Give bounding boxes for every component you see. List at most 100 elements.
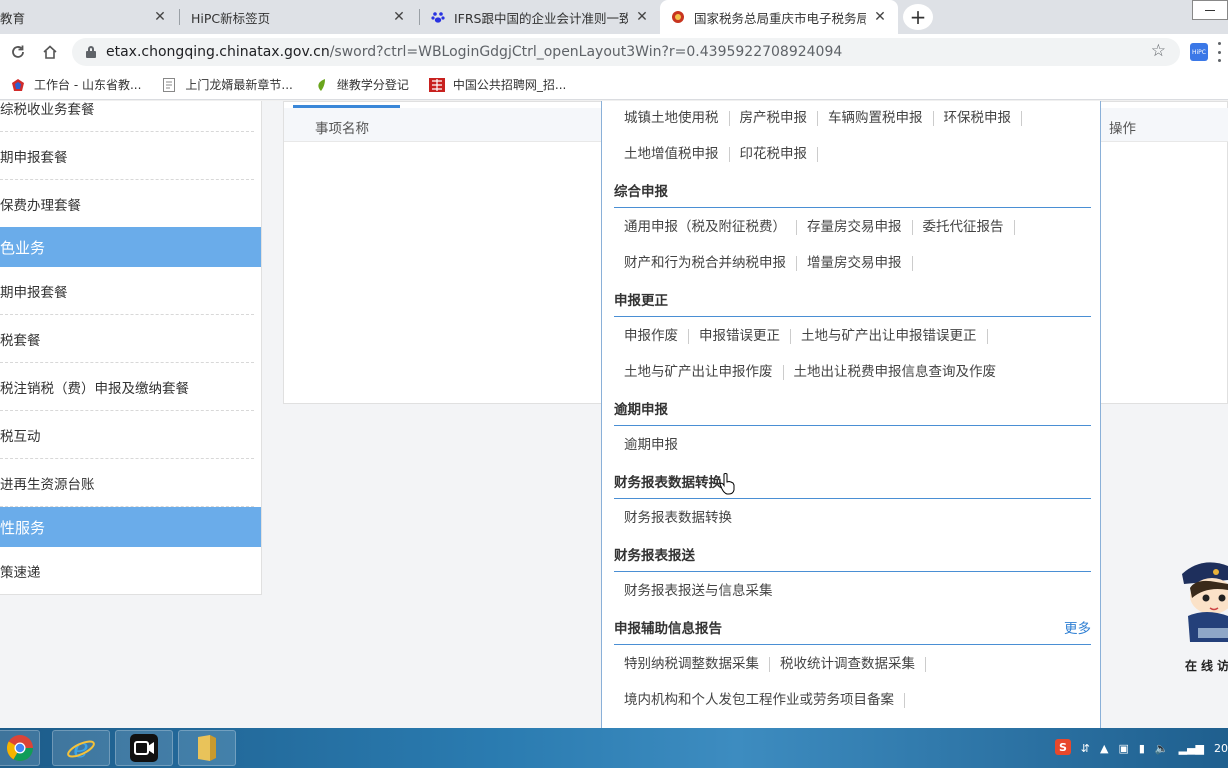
menu-link[interactable]: 土地与矿产出让申报作废 [614, 364, 784, 380]
tab-title: IFRS跟中国的企业会计准则一致吗 [454, 10, 628, 26]
bookmark-item[interactable]: 继教学分登记 [313, 76, 409, 93]
sidebar-item[interactable]: 综税收业务套餐 [0, 101, 254, 132]
sidebar-item-label: 综税收业务套餐 [0, 101, 95, 118]
close-tab-icon[interactable]: ✕ [634, 9, 650, 25]
close-tab-icon[interactable]: ✕ [872, 9, 888, 25]
usb-device-icon[interactable]: ▣ [1118, 742, 1128, 755]
url-path: /sword?ctrl=WBLoginGdgjCtrl_openLayout3W… [329, 44, 843, 60]
menu-link[interactable]: 增量房交易申报 [797, 255, 913, 271]
sidebar: 综税收业务套餐 期申报套餐 保费办理套餐 色业务 期申报套餐 税套餐 税注销税（… [0, 101, 262, 595]
reload-icon[interactable] [6, 40, 30, 64]
menu-link[interactable]: 土地增值税申报 [614, 146, 730, 162]
signal-icon[interactable]: ▂▄▆ [1179, 742, 1204, 755]
minimize-window-button[interactable] [1192, 0, 1228, 20]
sogou-ime-icon[interactable]: S [1054, 738, 1071, 758]
menu-row: 土地增值税申报 印花税申报 [614, 136, 1091, 172]
bookmark-star-icon[interactable]: ☆ [1151, 41, 1166, 61]
url-text: etax.chongqing.chinatax.gov.cn/sword?ctr… [106, 44, 842, 60]
sidebar-section-header[interactable]: 性服务 [0, 507, 261, 547]
menu-link[interactable]: 财务报表报送与信息采集 [614, 583, 783, 599]
menu-row: 土地与矿产出让申报作废 土地出让税费申报信息查询及作废 [614, 354, 1091, 390]
menu-link[interactable]: 城镇土地使用税 [614, 110, 730, 126]
sidebar-item[interactable]: 策速递 [0, 547, 254, 595]
network-speed-icon[interactable]: ⇵ [1081, 742, 1090, 755]
tab-separator [179, 9, 180, 25]
tab-education[interactable]: 教育 ✕ [0, 0, 178, 34]
internet-explorer-taskbar-icon[interactable]: e [52, 730, 110, 766]
menu-link[interactable]: 财务报表数据转换 [614, 510, 742, 526]
close-tab-icon[interactable]: ✕ [152, 9, 168, 25]
battery-icon[interactable]: ▮ [1139, 742, 1145, 755]
close-tab-icon[interactable]: ✕ [391, 9, 407, 25]
sidebar-item[interactable]: 保费办理套餐 [0, 180, 254, 228]
tray-expand-icon[interactable]: ▲ [1100, 742, 1108, 755]
menu-link[interactable]: 土地与矿产出让申报错误更正 [791, 328, 988, 344]
menu-link[interactable]: 存量房交易申报 [797, 219, 913, 235]
mascot-label: 在线访 [1185, 659, 1228, 673]
menu-link[interactable]: 印花税申报 [730, 146, 818, 162]
menu-section-header: 财务报表报送 [614, 536, 1091, 572]
menu-link[interactable]: 车辆购置税申报 [818, 110, 934, 126]
menu-link[interactable]: 申报错误更正 [689, 328, 791, 344]
menu-row: 财务报表数据转换 [614, 500, 1091, 536]
sidebar-item[interactable]: 税注销税（费）申报及缴纳套餐 [0, 363, 254, 411]
sidebar-item[interactable]: 进再生资源台账 [0, 459, 254, 507]
bookmark-label: 工作台 - 山东省教... [34, 78, 142, 92]
menu-link[interactable]: 财产和行为税合并纳税申报 [614, 255, 797, 271]
sidebar-item[interactable]: 期申报套餐 [0, 267, 254, 315]
menu-link[interactable]: 逾期申报 [614, 437, 688, 453]
page-icon [161, 77, 177, 93]
sidebar-item-label: 税互动 [0, 428, 41, 445]
bookmark-item[interactable]: 工作台 - 山东省教... [10, 76, 141, 93]
bookmark-item[interactable]: 中国公共招聘网_招... [428, 76, 566, 93]
menu-link[interactable]: 特别纳税调整数据采集 [614, 656, 770, 672]
menu-link[interactable]: 房产税申报 [730, 110, 818, 126]
tray-clock[interactable]: 20 [1214, 742, 1228, 755]
menu-section-header: 申报辅助信息报告 更多 [614, 609, 1091, 645]
menu-link[interactable]: 境内机构和个人发包工程作业或劳务项目备案 [614, 692, 905, 708]
menu-link[interactable]: 委托代征报告 [913, 219, 1015, 235]
tab-ifrs[interactable]: IFRS跟中国的企业会计准则一致吗 ✕ [420, 0, 660, 34]
sidebar-item-label: 进再生资源台账 [0, 476, 95, 493]
online-service-mascot-icon[interactable] [1176, 558, 1228, 648]
leaf-icon [313, 77, 329, 93]
menu-link[interactable]: 通用申报（税及附征税费） [614, 219, 797, 235]
file-explorer-taskbar-icon[interactable] [178, 730, 236, 766]
tab-hipc-newtab[interactable]: HiPC新标签页 ✕ [181, 0, 417, 34]
menu-link[interactable]: 申报作废 [614, 328, 689, 344]
menu-link[interactable]: 税收统计调查数据采集 [770, 656, 926, 672]
new-tab-button[interactable]: + [903, 4, 933, 30]
sidebar-item-label: 税套餐 [0, 332, 41, 349]
volume-icon[interactable]: 🔈 [1155, 742, 1169, 755]
menu-row: 财产和行为税合并纳税申报 增量房交易申报 [614, 245, 1091, 281]
sidebar-item[interactable]: 税互动 [0, 411, 254, 459]
lock-icon [86, 46, 96, 58]
sidebar-item[interactable]: 税套餐 [0, 315, 254, 363]
chrome-taskbar-icon[interactable] [0, 730, 40, 766]
section-title: 财务报表报送 [614, 547, 695, 564]
hipc-extension-icon[interactable]: HiPC [1190, 43, 1208, 61]
menu-row: 申报作废 申报错误更正 土地与矿产出让申报错误更正 [614, 318, 1091, 354]
bookmark-label: 上门龙婿最新章节... [185, 78, 293, 92]
menu-row: 逾期申报 [614, 427, 1091, 463]
bookmark-item[interactable]: 上门龙婿最新章节... [161, 76, 293, 93]
more-link[interactable]: 更多 [1064, 617, 1091, 637]
menu-row: 境内机构和个人发包工程作业或劳务项目备案 [614, 682, 1091, 718]
address-bar[interactable]: etax.chongqing.chinatax.gov.cn/sword?ctr… [72, 38, 1180, 66]
menu-link[interactable]: 环保税申报 [934, 110, 1022, 126]
tab-chongqing-etax[interactable]: 国家税务总局重庆市电子税务局 ✕ [660, 0, 898, 34]
home-icon[interactable] [38, 40, 62, 64]
bookmarks-bar: 工作台 - 山东省教... 上门龙婿最新章节... 继教学分登记 中国公共招聘网… [0, 70, 1228, 100]
baidu-paw-icon [430, 9, 446, 25]
menu-row: 城镇土地使用税 房产税申报 车辆购置税申报 环保税申报 [614, 101, 1091, 136]
sidebar-section-header[interactable]: 色业务 [0, 227, 261, 267]
tax-emblem-icon [670, 9, 686, 25]
sidebar-item[interactable]: 期申报套餐 [0, 132, 254, 180]
menu-section-header: 申报更正 [614, 281, 1091, 317]
page-content: 综税收业务套餐 期申报套餐 保费办理套餐 色业务 期申报套餐 税套餐 税注销税（… [0, 101, 1228, 728]
menu-link[interactable]: 土地出让税费申报信息查询及作废 [784, 364, 1007, 380]
browser-menu-icon[interactable] [1218, 42, 1222, 62]
svg-text:e: e [73, 734, 88, 763]
declaration-dropdown-menu: 城镇土地使用税 房产税申报 车辆购置税申报 环保税申报 土地增值税申报 印花税申… [601, 101, 1101, 728]
video-recorder-taskbar-icon[interactable] [115, 730, 173, 766]
